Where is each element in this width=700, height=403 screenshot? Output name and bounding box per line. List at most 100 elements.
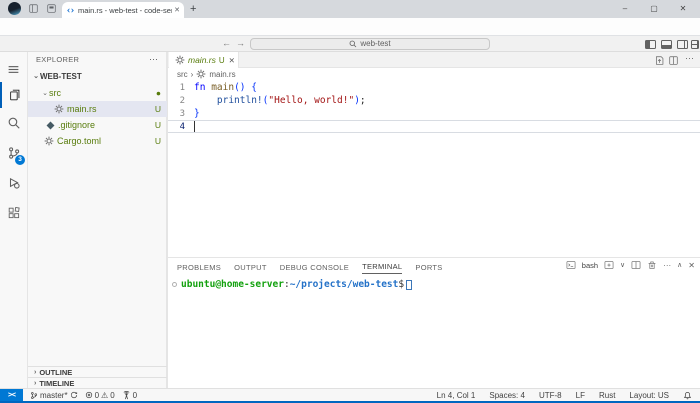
explorer-more-icon[interactable]: ⋯	[149, 54, 158, 65]
tree-item-gitignore[interactable]: .gitignore U	[28, 117, 167, 133]
browser-tab[interactable]: main.rs - web-test - code-server ✕	[62, 2, 184, 18]
breadcrumb-folder[interactable]: src	[177, 70, 188, 79]
code-token: ;	[360, 95, 366, 106]
radio-tower-icon	[122, 391, 131, 400]
root-folder-label: WEB-TEST	[40, 72, 82, 81]
extensions-icon[interactable]	[0, 200, 27, 226]
search-view-icon[interactable]	[0, 110, 27, 136]
shell-name-label[interactable]: bash	[582, 261, 598, 270]
customize-layout-icon[interactable]	[691, 40, 699, 49]
browser-toolbar: ← ↻ ⚠ Not secure | 192.168.68.113 :10000…	[0, 18, 700, 36]
tab-output[interactable]: OUTPUT	[234, 260, 267, 274]
remote-indicator[interactable]: ><	[0, 389, 23, 402]
maximize-panel-icon[interactable]: ∧	[677, 261, 682, 269]
problems-item[interactable]: 0 ⚠ 0	[85, 391, 115, 400]
breadcrumb-file[interactable]: main.rs	[209, 70, 235, 79]
tab-problems[interactable]: PROBLEMS	[177, 260, 221, 274]
code-editor[interactable]: 1 fn main() { 2 println!("Hello, world!"…	[168, 80, 700, 257]
encoding-item[interactable]: UTF-8	[539, 391, 562, 400]
tab-terminal[interactable]: TERMINAL	[362, 259, 402, 274]
vscode-titlebar: ← → web-test	[0, 36, 700, 52]
outline-label: OUTLINE	[39, 368, 72, 377]
terminal-cwd: ~/projects/web-test	[290, 279, 399, 290]
git-branch-item[interactable]: master*	[30, 391, 78, 400]
chevron-right-icon: ›	[34, 380, 36, 387]
text-cursor	[194, 121, 195, 132]
terminal-prompt-symbol: $	[398, 279, 404, 290]
cursor-position-item[interactable]: Ln 4, Col 1	[437, 391, 476, 400]
git-untracked-badge: U	[155, 120, 161, 130]
run-debug-icon[interactable]	[0, 170, 27, 196]
explorer-sidebar: EXPLORER ⋯ ⌄ WEB-TEST ⌄ src ● main.rs U …	[28, 52, 167, 388]
history-forward-icon[interactable]: →	[236, 38, 245, 48]
code-token	[194, 95, 217, 106]
notifications-bell-icon[interactable]	[683, 391, 692, 400]
branch-label: master*	[40, 391, 68, 400]
tree-item-cargo-toml[interactable]: Cargo.toml U	[28, 133, 167, 149]
new-tab-button[interactable]: +	[190, 2, 196, 16]
activity-bar: 3	[0, 52, 28, 388]
toggle-panel-icon[interactable]	[661, 40, 672, 49]
bottom-panel: PROBLEMS OUTPUT DEBUG CONSOLE TERMINAL P…	[168, 257, 700, 388]
code-token: }	[194, 108, 200, 119]
browser-profile-avatar[interactable]	[8, 2, 21, 15]
line-number: 1	[168, 83, 194, 93]
git-modified-dot-badge: ●	[156, 88, 161, 98]
tab-actions-icon[interactable]	[28, 3, 41, 16]
tree-item-src[interactable]: ⌄ src ●	[28, 85, 167, 101]
scm-changes-badge: 3	[15, 155, 25, 165]
keyboard-layout-item[interactable]: Layout: US	[629, 391, 669, 400]
window-minimize-button[interactable]: –	[612, 0, 638, 17]
open-changes-icon[interactable]	[654, 55, 665, 66]
eol-item[interactable]: LF	[576, 391, 585, 400]
menu-icon[interactable]	[0, 56, 27, 82]
code-token: () {	[234, 82, 257, 93]
rust-file-icon	[196, 69, 206, 79]
kill-terminal-trash-icon[interactable]	[647, 260, 657, 270]
language-mode-item[interactable]: Rust	[599, 391, 615, 400]
timeline-section[interactable]: › TIMELINE	[28, 377, 167, 388]
vscode-workbench: ← → web-test 3	[0, 36, 700, 401]
tab-debug-console[interactable]: DEBUG CONSOLE	[280, 260, 349, 274]
editor-more-icon[interactable]: ···	[685, 53, 694, 63]
breadcrumb[interactable]: src › main.rs	[168, 68, 700, 80]
source-control-icon[interactable]: 3	[0, 140, 27, 166]
tab-close-icon[interactable]: ✕	[174, 6, 180, 14]
window-close-button[interactable]: ✕	[670, 0, 696, 17]
editor-tab-main-rs[interactable]: main.rs U ✕	[169, 52, 239, 68]
history-back-icon[interactable]: ←	[222, 38, 231, 48]
command-center-search[interactable]: web-test	[250, 38, 490, 50]
code-line[interactable]: 2 println!("Hello, world!");	[168, 94, 700, 107]
code-line[interactable]: 3 }	[168, 107, 700, 120]
panel-actions: bash ∨ ··· ∧ ✕	[566, 260, 695, 270]
code-line-current[interactable]: 4	[168, 120, 700, 133]
toggle-secondary-sidebar-icon[interactable]	[677, 40, 688, 49]
tree-root-web-test[interactable]: ⌄ WEB-TEST	[28, 68, 167, 84]
browser-tabstrip: main.rs - web-test - code-server ✕ + – ▢…	[0, 0, 700, 18]
error-icon	[85, 391, 93, 399]
line-number: 2	[168, 96, 194, 106]
window-maximize-button[interactable]: ▢	[641, 0, 667, 17]
tab-ports[interactable]: PORTS	[415, 260, 442, 274]
toggle-sidebar-icon[interactable]	[645, 40, 656, 49]
code-token: "Hello, world!"	[268, 95, 354, 106]
terminal[interactable]: ubuntu@home-server : ~/projects/web-test…	[172, 279, 412, 290]
explorer-icon[interactable]	[0, 82, 27, 108]
chevron-right-icon: ›	[34, 369, 36, 376]
code-server-favicon-icon	[66, 6, 75, 15]
split-editor-icon[interactable]	[668, 55, 679, 66]
code-line[interactable]: 1 fn main() {	[168, 81, 700, 94]
split-terminal-icon[interactable]	[631, 260, 641, 270]
ports-item[interactable]: 0	[122, 391, 137, 400]
panel-more-icon[interactable]: ···	[663, 261, 671, 270]
tab-file-label: main.rs	[188, 55, 216, 65]
new-terminal-icon[interactable]	[604, 260, 614, 270]
close-panel-icon[interactable]: ✕	[688, 261, 695, 270]
vertical-tabs-icon[interactable]	[46, 3, 59, 16]
terminal-dropdown-icon[interactable]: ∨	[620, 261, 625, 269]
tree-item-main-rs[interactable]: main.rs U	[28, 101, 167, 117]
indentation-item[interactable]: Spaces: 4	[489, 391, 525, 400]
file-label: Cargo.toml	[57, 136, 101, 146]
outline-section[interactable]: › OUTLINE	[28, 366, 167, 377]
tab-close-icon[interactable]: ✕	[229, 56, 235, 65]
